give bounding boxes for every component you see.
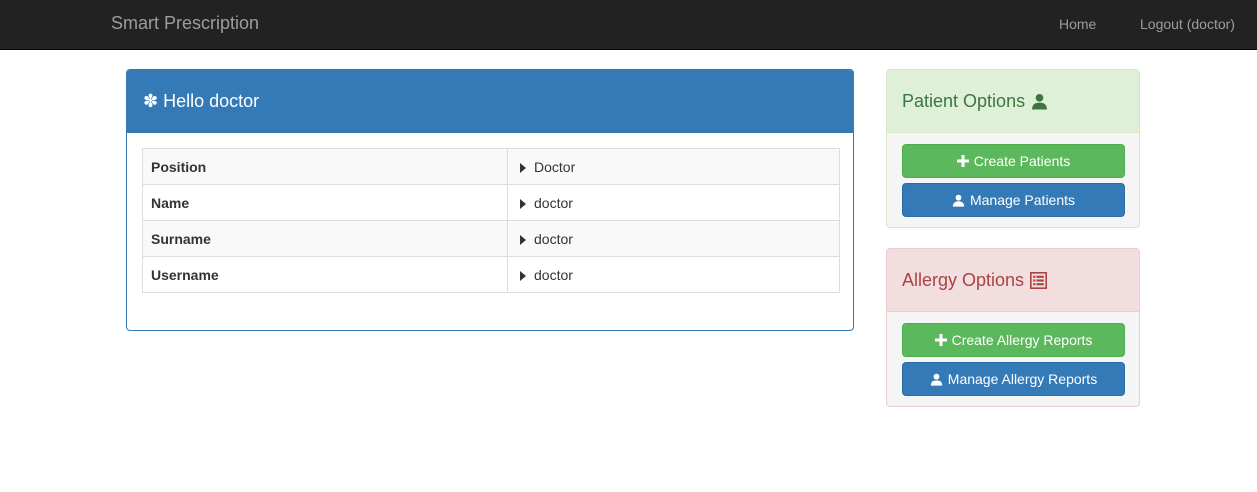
patient-options-panel: Patient Options Create Patients Manage P…	[886, 69, 1140, 228]
row-label: Name	[142, 184, 508, 221]
nav-logout-link[interactable]: Logout (doctor)	[1140, 16, 1235, 32]
profile-table: Position Doctor Name doctor Surname doct…	[142, 148, 840, 293]
top-navbar: Smart Prescription Home Logout (doctor)	[0, 0, 1257, 50]
row-value: doctor	[507, 220, 840, 257]
row-value-text: Doctor	[534, 158, 576, 175]
row-value: doctor	[507, 256, 840, 293]
user-icon	[952, 194, 965, 207]
caret-right-icon	[520, 234, 526, 245]
row-label: Username	[142, 256, 508, 293]
row-label: Surname	[142, 220, 508, 257]
create-patients-button[interactable]: Create Patients	[902, 144, 1125, 178]
plus-icon	[956, 155, 969, 167]
row-value-text: doctor	[534, 230, 573, 247]
caret-right-icon	[520, 162, 526, 173]
allergy-options-panel: Allergy Options Create Allergy Reports M…	[886, 248, 1140, 407]
manage-patients-label: Manage Patients	[969, 192, 1076, 208]
profile-panel-heading: ✽ Hello doctor	[127, 70, 853, 133]
plus-icon	[934, 334, 947, 346]
user-icon	[1031, 93, 1048, 110]
row-value-text: doctor	[534, 194, 573, 211]
allergy-options-title: Allergy Options	[902, 269, 1025, 290]
allergy-options-heading: Allergy Options	[887, 249, 1139, 312]
brand-link[interactable]: Smart Prescription	[111, 13, 259, 34]
row-value-text: doctor	[534, 266, 573, 283]
create-allergy-reports-label: Create Allergy Reports	[951, 332, 1093, 348]
user-icon	[930, 373, 943, 386]
caret-right-icon	[520, 198, 526, 209]
manage-allergy-reports-button[interactable]: Manage Allergy Reports	[902, 362, 1125, 396]
row-value: doctor	[507, 184, 840, 221]
profile-panel: ✽ Hello doctor Position Doctor Name doct…	[126, 69, 854, 331]
table-row: Surname doctor	[142, 220, 840, 257]
caret-right-icon	[520, 270, 526, 281]
nav-home-link[interactable]: Home	[1059, 16, 1096, 32]
create-patients-label: Create Patients	[973, 153, 1071, 169]
row-label: Position	[142, 148, 508, 185]
create-allergy-reports-button[interactable]: Create Allergy Reports	[902, 323, 1125, 357]
profile-panel-title: Hello doctor	[163, 90, 260, 111]
list-alt-icon	[1030, 271, 1048, 289]
patient-options-title: Patient Options	[902, 90, 1026, 111]
row-value: Doctor	[507, 148, 840, 185]
table-row: Name doctor	[142, 184, 840, 221]
patient-options-heading: Patient Options	[887, 70, 1139, 133]
asterisk-icon: ✽	[143, 91, 159, 111]
manage-allergy-reports-label: Manage Allergy Reports	[947, 371, 1098, 387]
table-row: Username doctor	[142, 256, 840, 293]
table-row: Position Doctor	[142, 148, 840, 185]
manage-patients-button[interactable]: Manage Patients	[902, 183, 1125, 217]
